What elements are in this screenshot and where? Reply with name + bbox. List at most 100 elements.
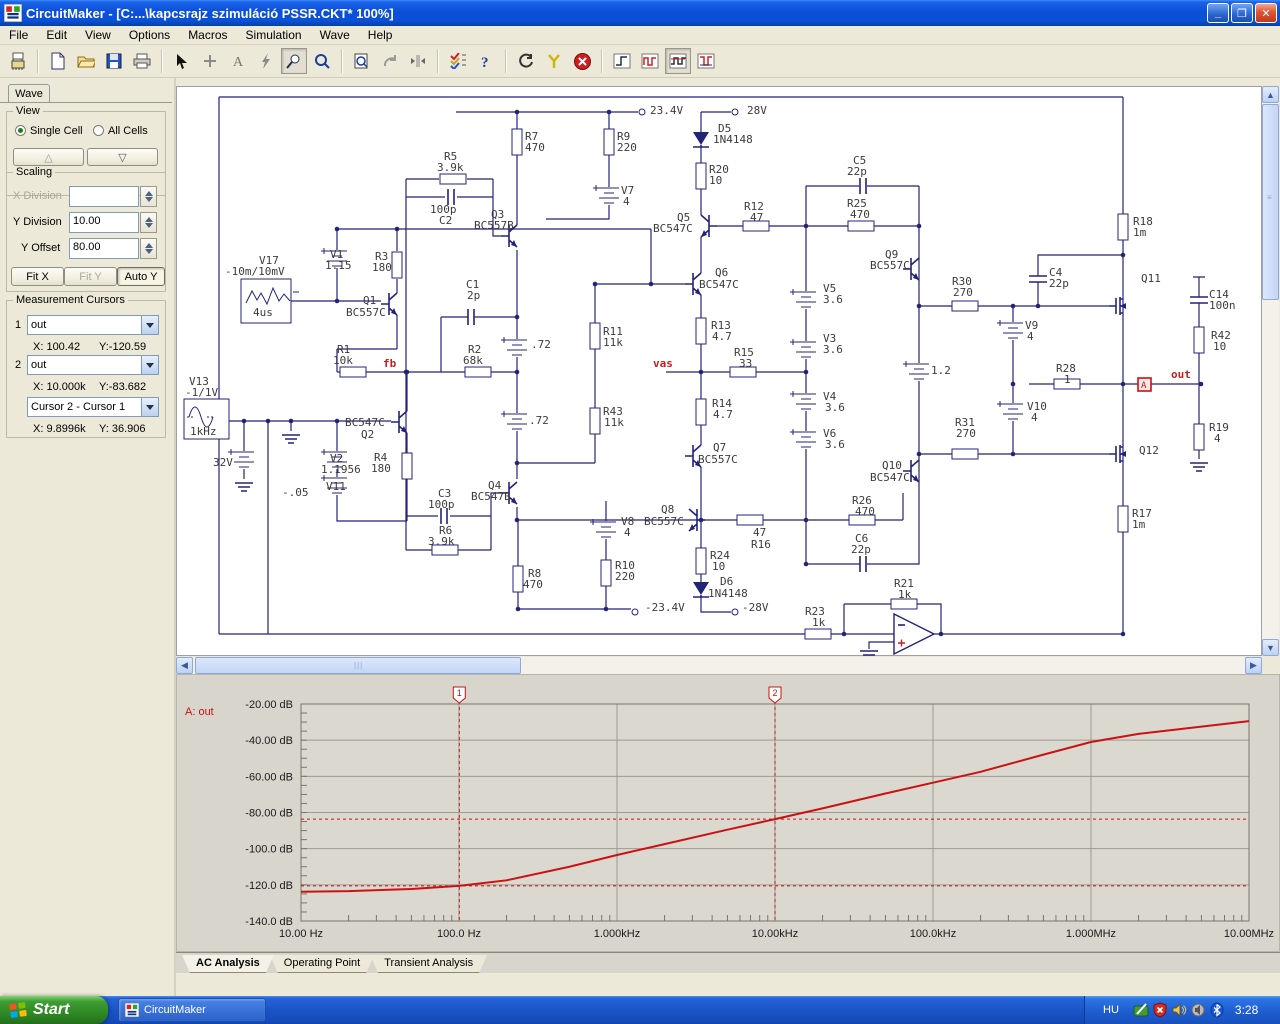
trace-legend: A: out [185, 706, 214, 718]
menu-item-file[interactable]: File [0, 26, 37, 44]
y-division-input[interactable]: 10.00 [69, 212, 139, 233]
y-offset-spinner[interactable] [140, 238, 157, 259]
open-file-button[interactable] [73, 48, 99, 74]
radio-single-cell-icon[interactable] [15, 125, 26, 136]
cursor2-signal-value: out [31, 359, 47, 371]
zoom-tool-button[interactable] [309, 48, 335, 74]
tab-transient-analysis[interactable]: Transient Analysis [370, 955, 487, 973]
ac-analysis-button[interactable] [637, 48, 663, 74]
menu-item-view[interactable]: View [76, 26, 120, 44]
audio-device-icon[interactable] [1190, 1002, 1206, 1018]
tab-ac-analysis[interactable]: AC Analysis [182, 955, 274, 973]
cursor1-combo-arrow-icon[interactable] [141, 316, 158, 334]
cursor-flag-2[interactable]: 2 [768, 686, 782, 704]
delete-tool-button[interactable] [253, 48, 279, 74]
digital-waveform-button[interactable] [693, 48, 719, 74]
language-indicator[interactable]: HU [1103, 1004, 1119, 1016]
fit-x-button[interactable]: Fit X [11, 267, 64, 286]
stop-simulation-button[interactable] [569, 48, 595, 74]
step-button[interactable] [541, 48, 567, 74]
waveform-plot-panel[interactable]: 1 2 -20.00 dB -40.00 dB -60.00 dB -80.00 dB -1… [176, 674, 1280, 952]
component-label: 180 [371, 462, 391, 475]
cell-down-button[interactable]: ▽ [87, 148, 158, 166]
volume-icon[interactable] [1171, 1002, 1187, 1018]
menu-item-options[interactable]: Options [120, 26, 179, 44]
simulation-setup-button[interactable] [445, 48, 471, 74]
schematic-hscrollbar[interactable]: ◀ ||| ▶ [176, 657, 1262, 674]
fit-y-button[interactable]: Fit Y [64, 267, 117, 286]
reset-simulation-button[interactable] [513, 48, 539, 74]
clock[interactable]: 3:28 [1235, 1003, 1258, 1017]
component-label: 220 [617, 141, 637, 154]
taskbar: Start CircuitMaker HU 3:28 [0, 996, 1280, 1024]
restore-button[interactable]: ❐ [1231, 3, 1253, 23]
component-label: .72 [531, 338, 551, 351]
start-button[interactable]: Start [0, 996, 108, 1024]
component-label: BC557C [698, 453, 738, 466]
menu-item-simulation[interactable]: Simulation [237, 26, 311, 44]
rotate-button[interactable] [377, 48, 403, 74]
y-division-spinner[interactable] [140, 212, 157, 233]
component-label: -28V [742, 601, 769, 614]
browse-components-button[interactable] [5, 48, 31, 74]
component-label: BC557B [474, 219, 514, 232]
x-tick-label: 10.00 Hz [279, 928, 323, 940]
auto-y-button[interactable]: Auto Y [117, 267, 165, 286]
cursor-diff-combo[interactable]: Cursor 2 - Cursor 1 [27, 397, 159, 417]
x-division-spinner[interactable] [140, 186, 157, 207]
help-button[interactable]: ? [473, 48, 499, 74]
minimize-button[interactable]: _ [1207, 3, 1229, 23]
wire-tool-button[interactable] [197, 48, 223, 74]
tab-operating-point[interactable]: Operating Point [270, 955, 374, 973]
scroll-down-icon[interactable]: ▼ [1262, 639, 1279, 656]
menu-item-edit[interactable]: Edit [37, 26, 76, 44]
arrow-tool-button[interactable] [169, 48, 195, 74]
transient-analysis-button[interactable] [665, 48, 691, 74]
ac-analysis-plot: 1 2 -20.00 dB -40.00 dB -60.00 dB -80.00 dB -1… [185, 686, 1274, 940]
cursor1-signal-combo[interactable]: out [27, 315, 159, 335]
preview-button[interactable] [349, 48, 375, 74]
cell-up-button[interactable]: △ [13, 148, 84, 166]
cursor-diff-combo-arrow-icon[interactable] [141, 398, 158, 416]
tab-wave[interactable]: Wave [8, 84, 50, 103]
cursor-flag-1[interactable]: 1 [452, 686, 466, 704]
component-label: BC547C [699, 278, 739, 291]
radio-all-cells[interactable]: All Cells [93, 125, 148, 137]
scroll-up-icon[interactable]: ▲ [1262, 86, 1279, 103]
probe-tool-button[interactable] [281, 48, 307, 74]
component-label: BC557C [346, 306, 386, 319]
taskbar-item-circuitmaker[interactable]: CircuitMaker [118, 998, 266, 1022]
component-label: 1 [1064, 373, 1071, 386]
component-label: 33 [739, 357, 753, 370]
mirror-button[interactable] [405, 48, 431, 74]
y-division-label: Y Division [13, 216, 62, 228]
menu-item-wave[interactable]: Wave [311, 26, 359, 44]
schematic-canvas[interactable]: A 23.4V 28V D5 1N4148 R20 10 R7 470 R9 220 V7 4 R5 3.… [176, 86, 1262, 657]
radio-all-cells-icon[interactable] [93, 125, 104, 136]
menu-item-help[interactable]: Help [359, 26, 402, 44]
scroll-right-icon[interactable]: ▶ [1245, 657, 1262, 674]
x-division-input[interactable] [69, 186, 139, 207]
new-file-button[interactable] [45, 48, 71, 74]
cursor2-combo-arrow-icon[interactable] [141, 356, 158, 374]
component-label: .72 [529, 414, 549, 427]
dc-analysis-button[interactable] [609, 48, 635, 74]
close-button[interactable]: ✕ [1255, 3, 1277, 23]
bluetooth-icon[interactable] [1209, 1002, 1225, 1018]
hscroll-thumb[interactable]: ||| [195, 657, 521, 674]
tablet-pen-icon[interactable] [1133, 1002, 1149, 1018]
text-tool-button[interactable]: A [225, 48, 251, 74]
radio-single-cell[interactable]: Single Cell [15, 125, 83, 137]
x-tick-label: 100.0kHz [910, 928, 956, 940]
scroll-left-icon[interactable]: ◀ [176, 657, 193, 674]
save-button[interactable] [101, 48, 127, 74]
y-offset-input[interactable]: 80.00 [69, 238, 139, 259]
vscroll-thumb[interactable]: ≡ [1262, 104, 1279, 300]
menu-item-macros[interactable]: Macros [179, 26, 236, 44]
component-label: BC557C [870, 259, 910, 272]
y-tick-label: -100.0 dB [245, 844, 293, 856]
cursor2-signal-combo[interactable]: out [27, 355, 159, 375]
print-button[interactable] [129, 48, 155, 74]
security-alert-shield-icon[interactable] [1152, 1002, 1168, 1018]
schematic-vscrollbar[interactable]: ▲ ≡ ▼ [1262, 86, 1279, 656]
